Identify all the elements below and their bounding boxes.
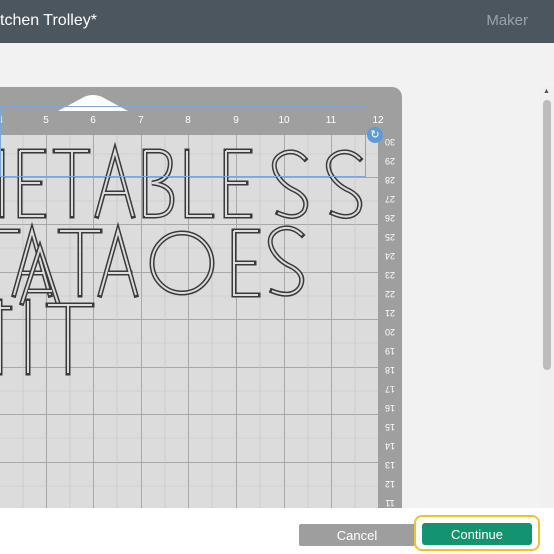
cancel-button[interactable]: Cancel xyxy=(299,524,415,546)
project-title: tchen Trolley* xyxy=(0,12,97,29)
ruler-mark: 23 xyxy=(385,270,396,280)
scroll-up-icon[interactable]: ▲ xyxy=(543,88,550,95)
ruler-mark: 13 xyxy=(385,460,396,470)
scroll-thumb[interactable] xyxy=(543,100,551,370)
top-bar: tchen Trolley* Maker xyxy=(0,0,554,43)
ruler-mark: 22 xyxy=(385,289,396,299)
selection-box[interactable] xyxy=(0,106,366,177)
continue-button[interactable]: Continue xyxy=(422,523,532,545)
ruler-mark: 14 xyxy=(385,441,396,451)
ruler-mark: 25 xyxy=(385,232,396,242)
mat-preview-area: 4 5 6 7 8 9 10 11 12 xyxy=(0,43,554,508)
vertical-scrollbar[interactable]: ▲ ▼ xyxy=(540,86,554,508)
ruler-mark: 12 xyxy=(372,115,384,126)
ruler-mark: 24 xyxy=(385,251,396,261)
rotate-icon[interactable]: ↻ xyxy=(367,127,383,143)
ruler-mark: 27 xyxy=(385,194,396,204)
ruler-mark: 28 xyxy=(385,175,396,185)
ruler-mark: 26 xyxy=(385,213,396,223)
machine-label[interactable]: Maker xyxy=(486,12,528,29)
ruler-mark: 21 xyxy=(385,308,396,318)
design-lettering xyxy=(0,141,364,376)
ruler-mark: 30 xyxy=(385,137,396,147)
ruler-mark: 18 xyxy=(385,365,396,375)
ruler-mark: 29 xyxy=(385,156,396,166)
continue-highlight: Continue xyxy=(414,515,540,551)
dialog-footer: Cancel Continue xyxy=(0,508,554,554)
ruler-mark: 17 xyxy=(385,384,396,394)
ruler-mark: 16 xyxy=(385,403,396,413)
ruler-mark: 11 xyxy=(385,498,395,508)
side-ruler: 30 29 28 27 26 25 24 23 22 21 20 19 18 1… xyxy=(378,135,402,508)
ruler-mark: 19 xyxy=(385,346,396,356)
cut-design-artwork[interactable] xyxy=(0,43,370,383)
ruler-mark: 15 xyxy=(385,422,396,432)
ruler-mark: 20 xyxy=(385,327,396,337)
ruler-mark: 12 xyxy=(385,479,396,489)
